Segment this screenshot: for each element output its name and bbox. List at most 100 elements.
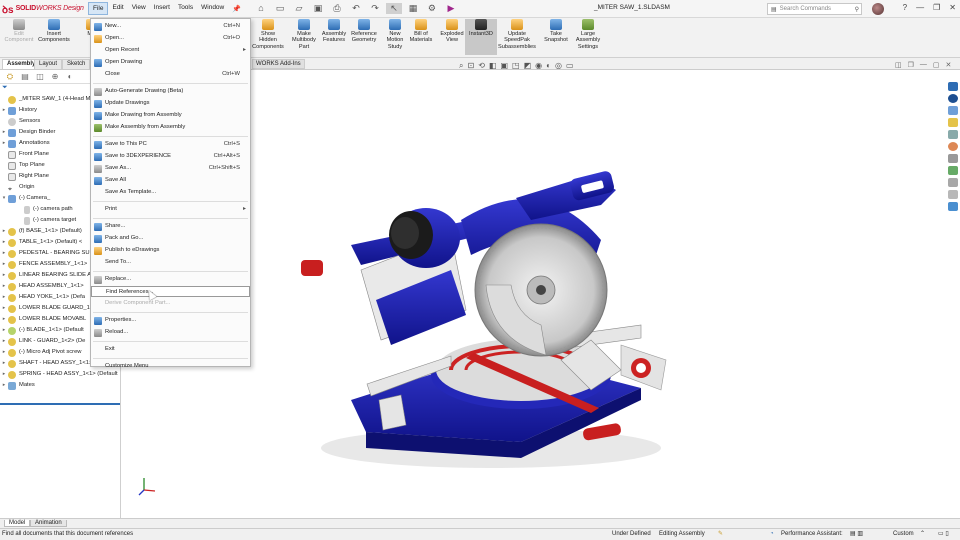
play-icon[interactable]: ▶ bbox=[443, 3, 459, 14]
tree-splitter[interactable] bbox=[0, 403, 120, 405]
open-folder-icon[interactable]: ▱ bbox=[291, 3, 307, 14]
menu-insert[interactable]: Insert bbox=[150, 2, 174, 15]
expand-arrow-icon[interactable]: ▸ bbox=[0, 358, 8, 369]
save-icon[interactable]: ▣ bbox=[310, 3, 326, 14]
menu-item-print[interactable]: Print ▸ bbox=[91, 204, 250, 215]
menu-item-exit[interactable]: Exit bbox=[91, 344, 250, 355]
search-results-icon[interactable] bbox=[948, 190, 958, 199]
rebuild-icon[interactable]: ▦ bbox=[405, 3, 421, 14]
menu-item-find-references[interactable]: Find References... bbox=[91, 286, 250, 297]
expand-arrow-icon[interactable]: ▸ bbox=[0, 248, 8, 259]
3dexperience-icon[interactable] bbox=[948, 94, 958, 103]
menu-item-auto-generate-drawing-beta[interactable]: Auto-Generate Drawing (Beta) bbox=[91, 86, 250, 97]
expand-arrow-icon[interactable]: ▸ bbox=[0, 325, 8, 336]
menu-item-update-drawings[interactable]: Update Drawings bbox=[91, 98, 250, 109]
edit-component-button[interactable]: Edit Component bbox=[3, 19, 35, 44]
rebuild-status-icon[interactable]: ✎ bbox=[718, 529, 723, 540]
design-library-icon[interactable] bbox=[948, 106, 958, 115]
menu-item-save-as[interactable]: Save As... Ctrl+Shift+S bbox=[91, 163, 250, 174]
appearances-icon[interactable] bbox=[948, 142, 958, 151]
expand-arrow-icon[interactable]: ▸ bbox=[0, 270, 8, 281]
tree-item[interactable]: ▸ Mates bbox=[0, 380, 120, 391]
close-icon[interactable]: ✕ bbox=[949, 3, 956, 12]
units-dropdown-icon[interactable]: ⌃ bbox=[920, 529, 925, 540]
expand-arrow-icon[interactable]: ▸ bbox=[0, 105, 8, 116]
solidworks-resources-icon[interactable] bbox=[948, 82, 958, 91]
reference-geometry-button[interactable]: Reference Geometry bbox=[348, 19, 380, 44]
tab-sketch[interactable]: Sketch bbox=[62, 59, 91, 69]
menu-item-reload[interactable]: Reload... bbox=[91, 327, 250, 338]
menu-item-save-as-template[interactable]: Save As Template... bbox=[91, 187, 250, 198]
home-icon[interactable]: ⌂ bbox=[253, 3, 269, 14]
show-hidden-components-button[interactable]: Show Hidden Components bbox=[252, 19, 284, 50]
menu-tools[interactable]: Tools bbox=[174, 2, 197, 15]
pin-icon[interactable]: 📌 bbox=[232, 5, 241, 13]
performance-icon[interactable]: ◔ bbox=[770, 529, 774, 540]
menu-item-make-drawing-from-assembly[interactable]: Make Drawing from Assembly bbox=[91, 110, 250, 121]
minimize-icon[interactable]: — bbox=[916, 3, 924, 12]
menu-item-open-drawing[interactable]: Open Drawing bbox=[91, 57, 250, 68]
restore-doc-icon[interactable]: ❐ bbox=[908, 61, 914, 69]
menu-item-share[interactable]: Share... bbox=[91, 221, 250, 232]
menu-item-close[interactable]: Close Ctrl+W bbox=[91, 69, 250, 80]
menu-item-pack-and-go[interactable]: Pack and Go... bbox=[91, 233, 250, 244]
select-arrow-icon[interactable]: ↖ bbox=[385, 3, 402, 14]
update-speedpak-subassemblies-button[interactable]: Update SpeedPak Subassemblies bbox=[497, 19, 537, 50]
assembly-features-button[interactable]: Assembly Features bbox=[318, 19, 350, 44]
maximize-doc-icon[interactable]: ▢ bbox=[933, 61, 940, 69]
menu-view[interactable]: View bbox=[128, 2, 150, 15]
expand-arrow-icon[interactable]: ▸ bbox=[0, 237, 8, 248]
file-explorer-icon[interactable] bbox=[948, 118, 958, 127]
display-manager-tab-icon[interactable]: ◐ bbox=[64, 72, 76, 82]
expand-arrow-icon[interactable]: ▸ bbox=[0, 281, 8, 292]
menu-item-properties[interactable]: Properties... bbox=[91, 315, 250, 326]
expand-arrow-icon[interactable]: ▸ bbox=[0, 127, 8, 138]
expand-arrow-icon[interactable]: ▸ bbox=[0, 259, 8, 270]
tile-icon[interactable]: ◫ bbox=[895, 61, 902, 69]
menu-item-replace[interactable]: Replace... bbox=[91, 274, 250, 285]
expand-arrow-icon[interactable]: ▾ bbox=[0, 193, 8, 204]
options-gear-icon[interactable]: ⚙ bbox=[424, 3, 440, 14]
expand-arrow-icon[interactable]: ▸ bbox=[0, 369, 8, 380]
insert-components-button[interactable]: Insert Components bbox=[38, 19, 70, 44]
expand-arrow-icon[interactable]: ▸ bbox=[0, 226, 8, 237]
tab-animation[interactable]: Animation bbox=[30, 520, 67, 527]
view-palette-icon[interactable] bbox=[948, 130, 958, 139]
expand-arrow-icon[interactable]: ▸ bbox=[0, 292, 8, 303]
expand-arrow-icon[interactable]: ▸ bbox=[0, 303, 8, 314]
menu-item-open-recent[interactable]: Open Recent ▸ bbox=[91, 45, 250, 56]
status-tools-icon[interactable]: ▭ ▯ bbox=[938, 529, 949, 540]
menu-item-customize-menu[interactable]: Customize Menu bbox=[91, 361, 250, 372]
redo-icon[interactable]: ↷ bbox=[367, 3, 383, 14]
minimize-doc-icon[interactable]: — bbox=[920, 61, 927, 69]
menu-file[interactable]: File bbox=[88, 2, 109, 15]
property-manager-tab-icon[interactable]: ▤ bbox=[19, 72, 31, 82]
menu-edit[interactable]: Edit bbox=[108, 2, 127, 15]
tab-model[interactable]: Model bbox=[4, 520, 31, 527]
solidworks-forum-icon[interactable] bbox=[948, 166, 958, 175]
expand-arrow-icon[interactable]: ▸ bbox=[0, 347, 8, 358]
dimxpert-tab-icon[interactable]: ⊕ bbox=[49, 72, 61, 82]
menu-item-make-assembly-from-assembly[interactable]: Make Assembly from Assembly bbox=[91, 122, 250, 133]
menu-item-open[interactable]: Open... Ctrl+O bbox=[91, 33, 250, 44]
custom-properties-icon[interactable] bbox=[948, 154, 958, 163]
menu-item-save-to-3dexperience[interactable]: Save to 3DEXPERIENCE Ctrl+Alt+S bbox=[91, 151, 250, 162]
menu-window[interactable]: Window bbox=[197, 2, 228, 15]
expand-arrow-icon[interactable]: ▸ bbox=[0, 314, 8, 325]
search-commands-input[interactable]: ▤ Search Commands ⚲ bbox=[767, 3, 862, 15]
expand-arrow-icon[interactable]: ▸ bbox=[0, 380, 8, 391]
undo-icon[interactable]: ↶ bbox=[348, 3, 364, 14]
solidworks-logo[interactable]: ꝺs SOLIDWORKS Design bbox=[2, 2, 88, 16]
menu-item-derive-component-part[interactable]: Derive Component Part... bbox=[91, 298, 250, 309]
recovery-icon[interactable] bbox=[948, 202, 958, 211]
menu-item-send-to[interactable]: Send To... bbox=[91, 257, 250, 268]
expand-arrow-icon[interactable]: ▸ bbox=[0, 336, 8, 347]
menu-item-new[interactable]: New... Ctrl+N bbox=[91, 21, 250, 32]
large-assembly-settings-button[interactable]: Large Assembly Settings bbox=[572, 19, 604, 50]
bill-of-materials-button[interactable]: Bill of Materials bbox=[405, 19, 437, 44]
make-multibody-part-button[interactable]: Make Multibody Part bbox=[288, 19, 320, 50]
user-avatar[interactable] bbox=[872, 3, 884, 15]
menu-item-save-to-this-pc[interactable]: Save to This PC Ctrl+S bbox=[91, 139, 250, 150]
tab-layout[interactable]: Layout bbox=[34, 59, 63, 69]
feature-tree-tab-icon[interactable]: ⛭ bbox=[4, 72, 16, 82]
